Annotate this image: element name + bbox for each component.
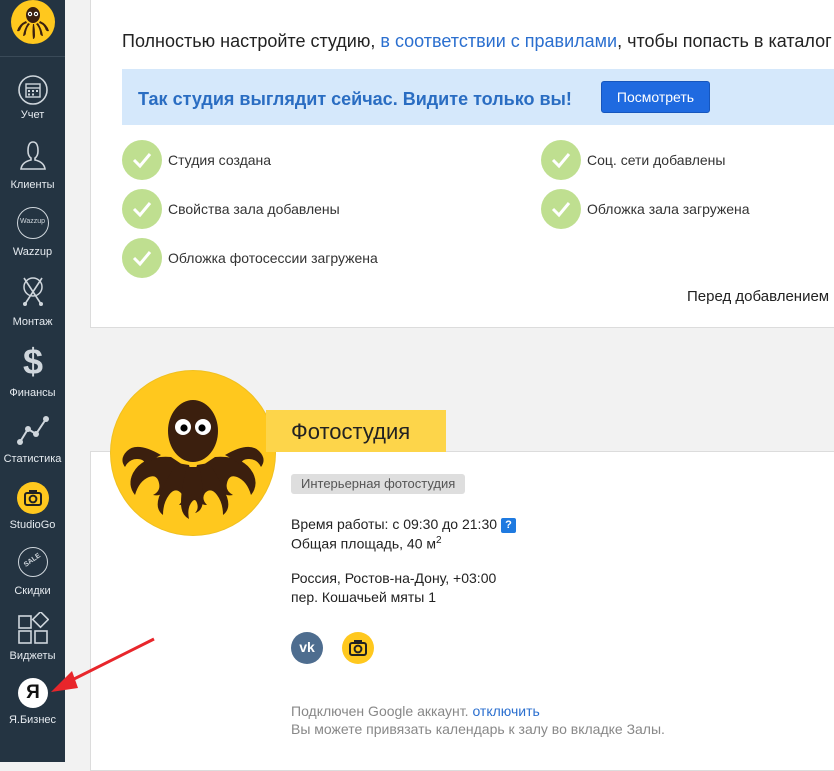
google-account-status: Подключен Google аккаунт. отключить (291, 703, 540, 719)
sidebar-item-label: Учет (20, 109, 45, 121)
working-hours: Время работы: с 09:30 до 21:30? (291, 516, 517, 533)
setup-intro-text: Полностью настройте студию, в соответств… (122, 31, 832, 52)
checklist-label: Обложка зала загружена (587, 201, 750, 217)
sidebar-item-wazzup[interactable]: Wazzup Wazzup (0, 207, 65, 271)
intro-text-end: , чтобы попасть в каталог (617, 31, 832, 51)
sidebar-item-label: StudioGo (9, 519, 56, 531)
checkmark-icon (122, 238, 162, 278)
checklist-label: Обложка фотосессии загружена (168, 250, 378, 266)
before-adding-text: Перед добавлением (687, 288, 830, 305)
checklist-label: Студия создана (168, 152, 272, 168)
wazzup-icon-text: Wazzup (19, 218, 46, 225)
checklist-label: Свойства зала добавлены (168, 201, 340, 217)
checkmark-icon (122, 140, 162, 180)
yandex-icon-glyph: Я (26, 682, 40, 703)
area-unit-superscript: 2 (436, 535, 442, 546)
sale-tag-icon: SALE (18, 547, 48, 577)
studio-area: Общая площадь, 40 м2 (291, 535, 442, 552)
studio-area-text: Общая площадь, 40 м (291, 535, 437, 552)
calendar-icon (18, 75, 48, 105)
checkmark-icon (122, 189, 162, 229)
studio-title-tab: Фотостудия (266, 410, 446, 452)
sidebar-item-klienty[interactable]: Клиенты (0, 139, 65, 203)
sidebar-item-uchet[interactable]: Учет (0, 74, 65, 138)
studio-location: Россия, Ростов-на-Дону, +03:00 (291, 570, 497, 586)
intro-text-start: Полностью настройте студию, (122, 31, 381, 51)
sidebar-item-label: Клиенты (10, 179, 55, 191)
sidebar-item-studiogo[interactable]: StudioGo (0, 482, 65, 546)
sidebar-item-montazh[interactable]: Монтаж (0, 274, 65, 338)
checklist-label: Соц. сети добавлены (587, 152, 726, 168)
rules-link[interactable]: в соответствии с правилами (380, 31, 617, 51)
checkmark-icon (541, 140, 581, 180)
yandex-icon: Я (18, 678, 48, 708)
view-button[interactable]: Посмотреть (601, 81, 710, 113)
sidebar-divider (0, 56, 65, 57)
sidebar-item-label: Виджеты (9, 650, 56, 662)
sidebar-item-finansy[interactable]: $ Финансы (0, 341, 65, 409)
sidebar-item-label: Статистика (3, 453, 62, 465)
vk-icon-text: vk (299, 639, 315, 655)
disconnect-google-link[interactable]: отключить (472, 703, 539, 719)
sidebar-item-label: Я.Бизнес (8, 714, 57, 726)
montage-icon (23, 277, 43, 306)
studio-setup-card: Полностью настройте студию, в соответств… (90, 0, 834, 328)
calendar-hint: Вы можете привязать календарь к залу во … (291, 721, 665, 737)
studio-avatar-octopus-icon (111, 371, 275, 535)
sidebar-item-label: Финансы (9, 387, 56, 399)
octopus-logo-icon[interactable] (11, 0, 55, 44)
sidebar-item-vidzhety[interactable]: Виджеты (0, 612, 65, 676)
studiogo-camera-icon[interactable] (342, 632, 374, 664)
google-account-text: Подключен Google аккаунт. (291, 703, 473, 719)
studio-street: пер. Кошачьей мяты 1 (291, 589, 437, 605)
sidebar-item-label: Wazzup (12, 246, 53, 258)
sidebar-item-ya-biznes[interactable]: Я Я.Бизнес (0, 678, 65, 742)
sidebar: Учет Клиенты Wazzup Wazzup Монтаж $ Фина… (0, 0, 65, 762)
studio-title: Фотостудия (291, 419, 411, 444)
dollar-icon-glyph: $ (22, 341, 44, 382)
preview-banner: Так студия выглядит сейчас. Видите тольк… (122, 69, 834, 125)
sidebar-item-label: Скидки (14, 585, 51, 597)
client-icon (20, 141, 46, 170)
wazzup-icon: Wazzup (17, 207, 49, 239)
studio-type-tag: Интерьерная фотостудия (291, 474, 466, 494)
studiogo-camera-icon (17, 482, 49, 514)
sidebar-item-skidki[interactable]: SALE Скидки (0, 547, 65, 611)
sale-icon-text: SALE (22, 552, 43, 569)
help-icon[interactable]: ? (501, 518, 517, 533)
preview-banner-text: Так студия выглядит сейчас. Видите тольк… (138, 89, 572, 109)
sidebar-item-label: Монтаж (12, 316, 53, 328)
vk-icon[interactable]: vk (291, 632, 323, 664)
widgets-icon (18, 612, 49, 644)
working-hours-text: Время работы: с 09:30 до 21:30 (291, 516, 498, 532)
statistics-icon (17, 416, 49, 445)
sidebar-item-statistika[interactable]: Статистика (0, 414, 65, 478)
checkmark-icon (541, 189, 581, 229)
dollar-icon: $ (17, 341, 49, 382)
